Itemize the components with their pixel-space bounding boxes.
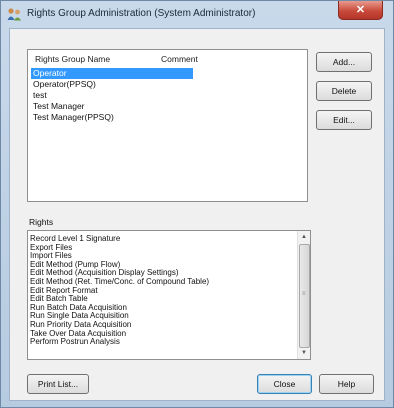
add-button[interactable]: Add...: [316, 52, 372, 72]
group-row-test-manager[interactable]: Test Manager: [31, 101, 193, 112]
window-title: Rights Group Administration (System Admi…: [27, 8, 256, 19]
rights-scrollbar[interactable]: ▲ ≡ ▼: [297, 231, 310, 359]
close-button[interactable]: Close: [257, 374, 312, 394]
delete-button[interactable]: Delete: [316, 81, 372, 101]
scroll-up-icon[interactable]: ▲: [298, 231, 310, 243]
group-row-test-manager-ppsq[interactable]: Test Manager(PPSQ): [31, 112, 193, 123]
rights-group-list[interactable]: Rights Group Name Comment Operator Opera…: [27, 49, 308, 202]
edit-button[interactable]: Edit...: [316, 110, 372, 130]
window-close-button[interactable]: ✕: [338, 1, 383, 20]
help-button[interactable]: Help: [319, 374, 374, 394]
rights-label: Rights: [29, 217, 54, 227]
print-list-button[interactable]: Print List...: [27, 374, 89, 394]
grip-icon: ≡: [302, 291, 306, 297]
rights-group-window: Rights Group Administration (System Admi…: [0, 0, 394, 408]
group-row-test[interactable]: test: [31, 90, 193, 101]
scroll-thumb[interactable]: ≡: [299, 244, 310, 348]
close-icon: ✕: [355, 4, 366, 16]
rights-list[interactable]: Record Level 1 Signature Export Files Im…: [27, 230, 311, 360]
rights-item[interactable]: Perform Postrun Analysis: [30, 338, 120, 347]
title-bar[interactable]: Rights Group Administration (System Admi…: [1, 1, 393, 27]
column-header-comment[interactable]: Comment: [161, 54, 198, 64]
rights-group-app-icon: [7, 8, 21, 21]
group-row-operator[interactable]: Operator: [31, 68, 193, 79]
scroll-down-icon[interactable]: ▼: [298, 347, 310, 359]
group-row-operator-ppsq[interactable]: Operator(PPSQ): [31, 79, 193, 90]
column-header-name[interactable]: Rights Group Name: [35, 54, 110, 64]
